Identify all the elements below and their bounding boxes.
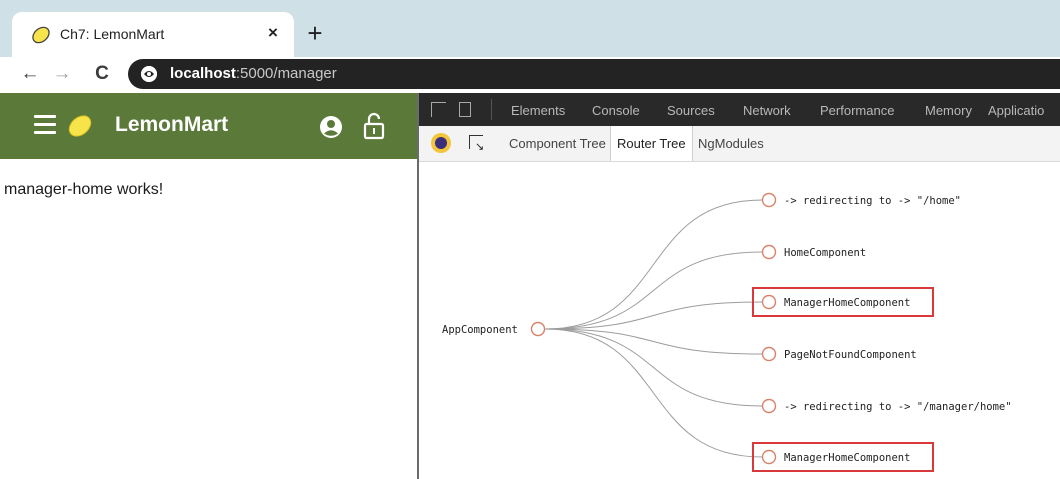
tree-node-label-root: AppComponent bbox=[442, 324, 518, 336]
tab-title: Ch7: LemonMart bbox=[60, 26, 165, 42]
app-page: LemonMart manager-home works! bbox=[0, 93, 417, 479]
lock-open-icon[interactable] bbox=[363, 112, 385, 140]
tab-close-icon[interactable]: × bbox=[262, 22, 284, 44]
tree-node-label: ManagerHomeComponent bbox=[784, 297, 910, 309]
browser-tab-strip: Ch7: LemonMart × + bbox=[0, 0, 1060, 57]
url-text: localhost:5000/manager bbox=[170, 65, 337, 82]
devtools-panel: Elements Console Sources Network Perform… bbox=[419, 93, 1060, 479]
reload-icon[interactable]: C bbox=[90, 62, 114, 86]
tree-node-label: ManagerHomeComponent bbox=[784, 452, 910, 464]
devtools-tab-sources[interactable]: Sources bbox=[667, 103, 715, 118]
tree-edge bbox=[544, 199, 763, 330]
router-tree-diagram: AppComponent -> redirecting to -> "/home"… bbox=[442, 192, 1012, 472]
tree-node[interactable] bbox=[761, 192, 777, 208]
lemon-logo-icon bbox=[68, 115, 92, 137]
app-title: LemonMart bbox=[115, 113, 229, 136]
tree-node[interactable] bbox=[761, 398, 777, 414]
app-toolbar: LemonMart bbox=[0, 93, 417, 159]
devtools-tab-console[interactable]: Console bbox=[592, 103, 640, 118]
menu-icon[interactable] bbox=[34, 115, 56, 135]
devtools-tab-memory[interactable]: Memory bbox=[925, 103, 972, 118]
address-bar[interactable]: localhost:5000/manager bbox=[128, 59, 1060, 89]
tree-node-label: -> redirecting to -> "/home" bbox=[784, 195, 961, 207]
devtools-tab-performance[interactable]: Performance bbox=[820, 103, 894, 118]
tree-node[interactable] bbox=[761, 346, 777, 362]
tree-node-label: -> redirecting to -> "/manager/home" bbox=[784, 401, 1012, 413]
site-info-icon[interactable] bbox=[141, 66, 157, 82]
devtools-tab-elements[interactable]: Elements bbox=[511, 103, 565, 118]
tree-nodes: AppComponent -> redirecting to -> "/home"… bbox=[442, 192, 1012, 472]
tree-node[interactable] bbox=[761, 294, 777, 310]
tab-component-tree[interactable]: Component Tree bbox=[503, 126, 612, 161]
tree-edge bbox=[544, 251, 763, 330]
angular-devtools-toolbar: ↘ Component Tree Router Tree NgModules bbox=[419, 126, 1060, 162]
tree-node[interactable] bbox=[761, 244, 777, 260]
inspector-cursor-icon: ↘ bbox=[475, 141, 485, 153]
device-toolbar-icon[interactable] bbox=[459, 102, 471, 117]
browser-tab[interactable]: Ch7: LemonMart × bbox=[12, 12, 294, 57]
tab-ngmodules[interactable]: NgModules bbox=[692, 126, 770, 161]
devtools-tab-bar: Elements Console Sources Network Perform… bbox=[419, 93, 1060, 126]
account-circle-icon[interactable] bbox=[319, 115, 343, 139]
devtools-separator bbox=[491, 99, 492, 120]
tab-router-tree[interactable]: Router Tree bbox=[610, 126, 693, 161]
lemon-favicon-icon bbox=[32, 26, 50, 44]
tree-node[interactable] bbox=[761, 449, 777, 465]
tree-node-root[interactable] bbox=[530, 321, 546, 337]
forward-arrow-icon[interactable]: → bbox=[50, 62, 74, 86]
tree-node-label: HomeComponent bbox=[784, 247, 866, 259]
tree-edge bbox=[544, 328, 763, 458]
browser-toolbar: ← → C localhost:5000/manager bbox=[0, 57, 1060, 93]
devtools-tab-network[interactable]: Network bbox=[743, 103, 791, 118]
tree-edge bbox=[544, 328, 763, 407]
new-tab-button[interactable]: + bbox=[302, 20, 328, 48]
tree-node-label: PageNotFoundComponent bbox=[784, 349, 917, 361]
page-content-text: manager-home works! bbox=[4, 181, 164, 198]
inspect-element-icon[interactable] bbox=[431, 102, 446, 117]
back-arrow-icon[interactable]: ← bbox=[18, 62, 42, 86]
url-host: localhost bbox=[170, 65, 236, 82]
devtools-tab-application[interactable]: Applicatio bbox=[988, 103, 1044, 118]
theme-toggle-icon[interactable] bbox=[431, 133, 451, 153]
tree-edges bbox=[544, 199, 763, 458]
url-path: :5000/manager bbox=[235, 65, 337, 82]
